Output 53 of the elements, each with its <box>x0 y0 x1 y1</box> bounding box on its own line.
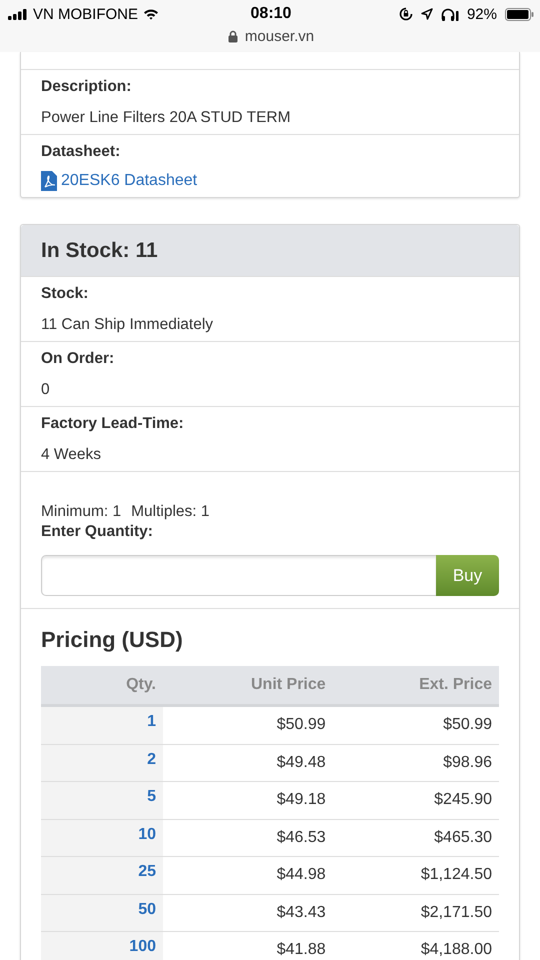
url-text[interactable]: mouser.vn <box>244 28 314 45</box>
price-cell: $43.43 <box>163 894 333 932</box>
quantity-cell: 2 <box>41 744 163 782</box>
price-cell: $50.99 <box>163 706 333 744</box>
location-icon <box>420 8 433 20</box>
quantity-input[interactable] <box>41 555 436 596</box>
field-value: Power Line Filters 20A STUD TERM <box>41 108 292 128</box>
field-value: 0 <box>41 380 51 400</box>
battery-percent: 92% <box>466 6 497 22</box>
price-cell: $41.88 <box>163 932 333 960</box>
quantity-cell: 5 <box>41 782 163 819</box>
quantity-cell: 100 <box>41 932 163 960</box>
price-cell: $44.98 <box>163 856 333 894</box>
lock-icon <box>228 30 238 43</box>
column-header: Unit Price <box>163 666 333 706</box>
datasheet-link[interactable]: 20ESK6 Datasheet <box>61 171 198 191</box>
column-header: Qty. <box>41 666 163 706</box>
quantity-cell: 10 <box>41 819 163 856</box>
price-cell: $98.96 <box>332 744 499 782</box>
headphones-icon <box>440 8 459 20</box>
multiples-text: Multiples: 1 <box>131 502 210 522</box>
rotation-lock-icon <box>398 7 413 21</box>
price-cell: $50.99 <box>332 706 499 744</box>
quantity-label: Enter Quantity: <box>41 522 154 542</box>
field-label: Factory Lead-Time: <box>41 414 185 434</box>
quantity-cell: 1 <box>41 706 163 744</box>
field-label: Description: <box>41 77 132 97</box>
quantity-cell: 50 <box>41 894 163 932</box>
price-cell: $465.30 <box>332 819 499 856</box>
carrier-name: VN MOBIFONE <box>33 6 138 22</box>
column-header: Ext. Price <box>332 666 499 706</box>
field-label: Stock: <box>41 284 90 304</box>
pricing-title: Pricing (USD) <box>41 627 184 653</box>
clock-time: 08:10 <box>250 5 292 23</box>
price-cell: $4,188.00 <box>332 932 499 960</box>
signal-icon <box>8 8 28 20</box>
quantity-cell: 25 <box>41 856 163 894</box>
field-value: 4 Weeks <box>41 445 102 465</box>
minimum-text: Minimum: 1 <box>41 502 122 522</box>
price-cell: $245.90 <box>332 782 499 819</box>
battery-icon <box>504 8 534 20</box>
buy-button[interactable]: Buy <box>436 555 499 596</box>
field-label: On Order: <box>41 349 116 369</box>
wifi-icon <box>143 8 160 20</box>
field-label: Datasheet: <box>41 142 122 162</box>
price-cell: $2,171.50 <box>332 894 499 932</box>
price-cell: $49.18 <box>163 782 333 819</box>
price-cell: $49.48 <box>163 744 333 782</box>
price-cell: $1,124.50 <box>332 856 499 894</box>
stock-title: In Stock: 11 <box>41 238 158 262</box>
price-cell: $46.53 <box>163 819 333 856</box>
field-value: 11 Can Ship Immediately <box>41 315 214 335</box>
pdf-icon <box>41 171 57 191</box>
